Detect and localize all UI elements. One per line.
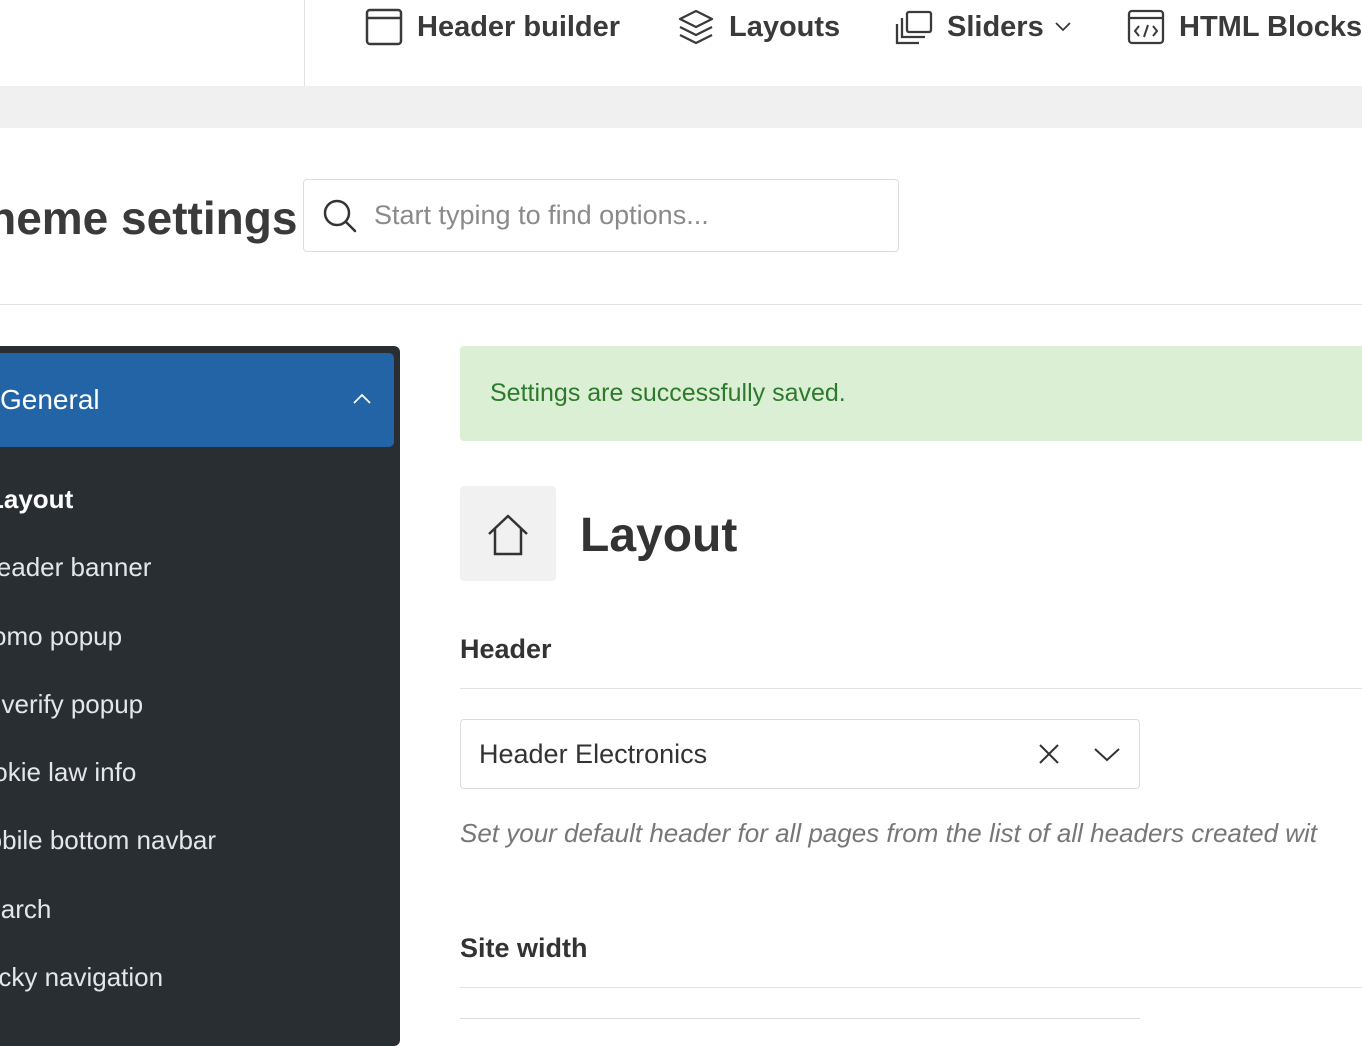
header-select-value: Header Electronics bbox=[479, 739, 708, 769]
chevron-down-icon[interactable] bbox=[1093, 747, 1121, 763]
nav-html-blocks[interactable]: HTML Blocks bbox=[1127, 0, 1362, 54]
site-width-field-label: Site width bbox=[460, 933, 588, 963]
sidebar-item-mobile-bottom-navbar[interactable]: Mobile bottom navbar bbox=[0, 824, 216, 856]
layers-icon bbox=[678, 9, 714, 45]
options-search[interactable] bbox=[303, 179, 899, 252]
top-toolbar: Header builder Layouts Sliders HTML Bloc… bbox=[0, 0, 1362, 86]
section-icon-box bbox=[460, 486, 556, 581]
search-icon bbox=[323, 199, 357, 233]
sidebar-item-age-verify-popup[interactable]: Age verify popup bbox=[0, 688, 143, 720]
success-alert: Settings are successfully saved. bbox=[460, 346, 1362, 441]
nav-sliders-label: Sliders bbox=[947, 10, 1044, 43]
sidebar-item-label: Sticky navigation bbox=[0, 962, 164, 992]
sidebar-item-label: Layout bbox=[0, 484, 74, 514]
admin-notice-bar bbox=[0, 86, 1362, 128]
header-field-hint: Set your default header for all pages fr… bbox=[460, 818, 1318, 848]
sidebar-item-promo-popup[interactable]: Promo popup bbox=[0, 620, 122, 652]
chevron-down-icon bbox=[1055, 22, 1071, 32]
sidebar-item-sticky-navigation[interactable]: Sticky navigation bbox=[0, 961, 163, 993]
success-message: Settings are successfully saved. bbox=[490, 379, 846, 407]
field-divider bbox=[460, 987, 1362, 988]
nav-layouts-label: Layouts bbox=[729, 10, 841, 43]
close-icon[interactable] bbox=[1037, 742, 1061, 766]
section-title: Layout bbox=[580, 509, 738, 562]
html-blocks-icon bbox=[1127, 9, 1165, 45]
sidebar-item-label: Mobile bottom navbar bbox=[0, 825, 217, 855]
sidebar-section-label: General bbox=[0, 384, 100, 415]
sidebar-item-label: Age verify popup bbox=[0, 689, 144, 719]
nav-layouts[interactable]: Layouts bbox=[677, 0, 840, 54]
field-divider bbox=[460, 688, 1362, 689]
header-divider bbox=[0, 304, 1362, 305]
chevron-up-icon bbox=[353, 393, 371, 404]
nav-header-builder-label: Header builder bbox=[417, 10, 621, 43]
sliders-icon bbox=[895, 10, 933, 45]
home-icon bbox=[488, 514, 528, 556]
nav-sliders[interactable]: Sliders bbox=[895, 0, 1072, 54]
sidebar-item-label: Cookie law info bbox=[0, 757, 137, 787]
sidebar-item-cookie-law-info[interactable]: Cookie law info bbox=[0, 756, 136, 788]
nav-html-blocks-label: HTML Blocks bbox=[1179, 10, 1362, 43]
header-select[interactable]: Header Electronics bbox=[460, 719, 1140, 789]
header-builder-icon bbox=[365, 8, 403, 46]
sidebar-item-label: Search bbox=[0, 894, 52, 924]
header-field-label: Header bbox=[460, 634, 552, 664]
nav-header-builder[interactable]: Header builder bbox=[365, 0, 620, 54]
sidebar-item-label: Header banner bbox=[0, 552, 152, 582]
toolbar-divider bbox=[304, 0, 305, 86]
sidebar-item-header-banner[interactable]: Header banner bbox=[0, 551, 151, 583]
sidebar-item-search[interactable]: Search bbox=[0, 893, 51, 925]
sidebar-item-label: Promo popup bbox=[0, 621, 123, 651]
search-input[interactable] bbox=[374, 180, 884, 251]
sidebar-item-layout[interactable]: Layout bbox=[0, 483, 73, 515]
sidebar-section-general[interactable]: General bbox=[0, 353, 394, 447]
page-title: Theme settings bbox=[0, 192, 298, 244]
